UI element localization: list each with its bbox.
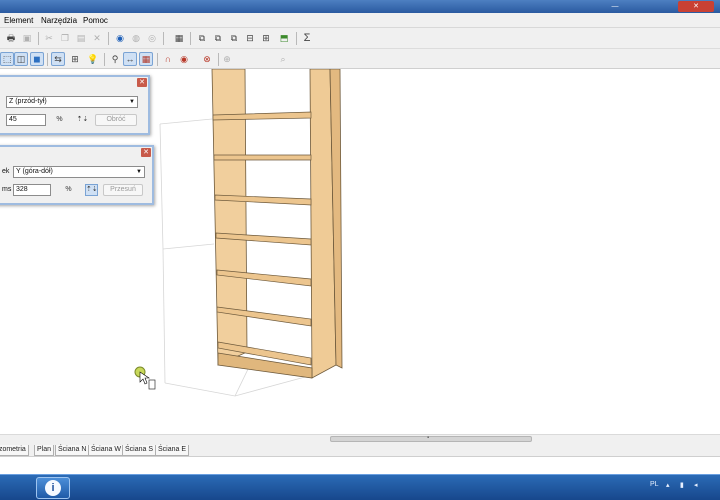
chevron-down-icon: ▼ (129, 99, 135, 105)
busy-icon (148, 379, 156, 390)
box-tool-icon[interactable]: ◫ (14, 52, 28, 66)
globe-icon[interactable]: ◉ (113, 31, 127, 45)
measure-icon[interactable]: ⚲ (108, 52, 122, 66)
grip-icon: ▪ (427, 435, 430, 441)
start-button[interactable]: i (36, 477, 70, 499)
snap-icon[interactable]: ⇆ (51, 52, 65, 66)
tab-plan[interactable]: Plan (34, 445, 55, 456)
distance-field[interactable]: 328 (13, 184, 51, 196)
angle-field[interactable]: 45 (6, 114, 46, 126)
export-icon[interactable]: ⬒ (277, 31, 291, 45)
horizontal-scrollbar[interactable]: ▪ (0, 434, 720, 443)
toolbar-separator (163, 32, 164, 45)
tab-sciana-e[interactable]: Ściana E (155, 445, 190, 456)
texture-icon[interactable]: ◎ (145, 31, 159, 45)
tab-sciana-n[interactable]: Ściana N (55, 445, 90, 456)
window-title-bar: — ✕ (0, 0, 720, 13)
zoom-fit-icon[interactable]: ⌕ (276, 52, 290, 66)
network-icon[interactable]: ▮ (680, 481, 684, 489)
layer-group-icon[interactable]: ⊟ (243, 31, 257, 45)
step-icon[interactable]: ⇡⇣ (76, 114, 89, 126)
layer-up-icon[interactable]: ⧉ (211, 31, 225, 45)
viewport-3d[interactable]: ✕ Z (przód-tył) ▼ 45 % ⇡⇣ Obróć ✕ ek Y (… (0, 69, 720, 434)
move-panel: ✕ ek Y (góra-dół) ▼ ms 328 % ⇡⇣ Przesuń (0, 145, 154, 205)
direction-label: ek (2, 168, 10, 175)
layers-icon[interactable]: ⧉ (195, 31, 209, 45)
toolbar-separator (296, 32, 297, 45)
tab-izometria[interactable]: Izometria (0, 445, 29, 456)
menu-item-narzedzia[interactable]: Narzędzia (41, 15, 77, 26)
angle-field-value: 45 (9, 116, 17, 123)
toolbar-separator (157, 53, 158, 66)
target-icon[interactable]: ◉ (177, 52, 191, 66)
light-bulb-icon[interactable]: 💡 (86, 52, 100, 66)
layer-split-icon[interactable]: ⊞ (259, 31, 273, 45)
rotate-panel: ✕ Z (przód-tył) ▼ 45 % ⇡⇣ Obróć (0, 75, 150, 135)
cut-icon[interactable]: ✂ (42, 31, 56, 45)
view-tabs: Izometria Plan Ściana N Ściana W Ściana … (0, 443, 720, 457)
copy-icon[interactable]: ❐ (58, 31, 72, 45)
close-icon[interactable]: ✕ (137, 78, 147, 87)
menu-item-element[interactable]: Element (4, 15, 33, 26)
magnet-icon[interactable]: ∩ (161, 52, 175, 66)
paste-icon[interactable]: ▤ (74, 31, 88, 45)
step-icon[interactable]: ⇡⇣ (85, 184, 98, 196)
axis-select[interactable]: Z (przód-tył) ▼ (6, 96, 138, 108)
minimize-button[interactable]: — (604, 1, 626, 12)
toolbar-separator (218, 53, 219, 66)
language-indicator[interactable]: PL (650, 481, 659, 488)
axis-select-value: Z (przód-tył) (9, 98, 47, 105)
chevron-down-icon: ▼ (136, 169, 142, 175)
menu-bar: Element Narzędzia Pomoc (0, 13, 720, 28)
move-button[interactable]: Przesuń (103, 184, 143, 196)
distance-field-value: 328 (16, 186, 28, 193)
info-icon: i (45, 480, 61, 496)
select-tool-icon[interactable]: ⬚ (0, 52, 14, 66)
layer-down-icon[interactable]: ⧉ (227, 31, 241, 45)
toolbar-separator (38, 32, 39, 45)
texture-toggle-icon[interactable]: ▦ (139, 52, 153, 66)
toolbar-separator (47, 53, 48, 66)
zoom-icon[interactable]: ⊕ (220, 52, 234, 66)
tab-sciana-s[interactable]: Ściana S (122, 445, 157, 456)
view-toolbar: ⬚ ◫ ◼ ⇆ ⊞ 💡 ⚲ ↔ ▦ ∩ ◉ ⊗ ⊕ ⌕ (0, 49, 720, 114)
close-window-button[interactable]: ✕ (678, 1, 714, 12)
scrollbar-thumb[interactable]: ▪ (330, 435, 532, 442)
material-icon[interactable]: ◍ (129, 31, 143, 45)
volume-icon[interactable]: ◂ (694, 481, 698, 489)
percent-icon[interactable]: % (53, 114, 66, 126)
tab-sciana-w[interactable]: Ściana W (88, 445, 124, 456)
main-toolbar: 🖶 ▣ ✂ ❐ ▤ ✕ ◉ ◍ ◎ ▦ ⧉ ⧉ ⧉ ⊟ ⊞ ⬒ Σ (0, 28, 720, 49)
axis-select[interactable]: Y (góra-dół) ▼ (13, 166, 145, 178)
menu-item-pomoc[interactable]: Pomoc (83, 15, 108, 26)
sum-icon[interactable]: Σ (300, 31, 314, 45)
preview-icon[interactable]: ▣ (20, 31, 34, 45)
toolbar-separator (190, 32, 191, 45)
tray-arrow-icon[interactable]: ▴ (666, 481, 670, 489)
windows-taskbar: i PL ▴ ▮ ◂ (0, 474, 720, 500)
axis-select-value: Y (góra-dół) (16, 168, 53, 175)
percent-icon[interactable]: % (62, 184, 75, 196)
toolbar-separator (104, 53, 105, 66)
grid-icon[interactable]: ⊞ (68, 52, 82, 66)
rotate-button[interactable]: Obróć (95, 114, 137, 126)
delete-icon[interactable]: ✕ (90, 31, 104, 45)
table-icon[interactable]: ▦ (172, 31, 186, 45)
stop-icon[interactable]: ⊗ (200, 52, 214, 66)
print-icon[interactable]: 🖶 (4, 31, 18, 45)
solid-view-icon[interactable]: ◼ (30, 52, 44, 66)
toolbar-separator (108, 32, 109, 45)
status-area (0, 457, 720, 474)
close-icon[interactable]: ✕ (141, 148, 151, 157)
dimension-icon[interactable]: ↔ (123, 52, 137, 66)
distance-label: ms (2, 186, 12, 193)
